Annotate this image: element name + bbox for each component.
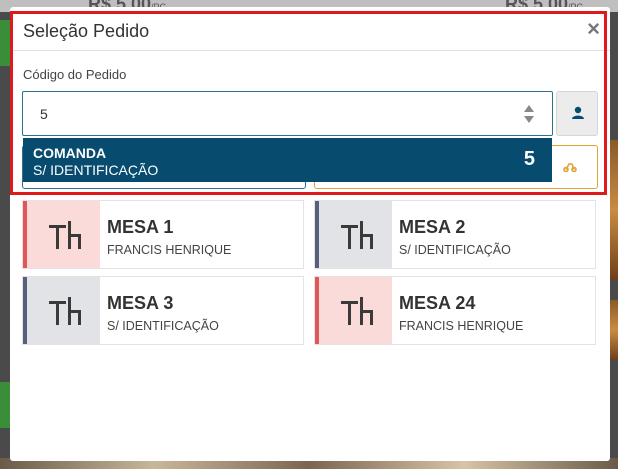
spinner-up-icon[interactable] [524, 105, 534, 112]
order-code-input[interactable] [23, 92, 493, 135]
table-card-mesa-2[interactable]: MESA 2 S/ IDENTIFICAÇÃO [314, 200, 596, 269]
person-icon [572, 106, 584, 119]
table-customer: FRANCIS HENRIQUE [399, 319, 524, 333]
table-icon [49, 297, 81, 325]
spinner-down-icon[interactable] [524, 116, 534, 123]
customer-button[interactable] [556, 91, 598, 136]
table-name: MESA 24 [399, 293, 476, 313]
table-name: MESA 3 [107, 293, 174, 313]
background-cart-button [0, 20, 10, 66]
table-icon-box [27, 201, 100, 268]
table-icon-box [27, 277, 100, 344]
comanda-suggestion[interactable]: COMANDA S/ IDENTIFICAÇÃO 5 [23, 138, 552, 182]
table-icon-box [319, 277, 392, 344]
table-icon [341, 297, 373, 325]
order-code-field[interactable] [22, 91, 553, 136]
table-customer: S/ IDENTIFICAÇÃO [107, 319, 219, 333]
table-card-mesa-24[interactable]: MESA 24 FRANCIS HENRIQUE [314, 276, 596, 345]
table-icon-box [319, 201, 392, 268]
delivery-icon [563, 163, 577, 172]
table-icon [341, 221, 373, 249]
suggestion-number: 5 [523, 148, 535, 170]
modal-header: Seleção Pedido × [10, 7, 610, 51]
table-customer: S/ IDENTIFICAÇÃO [399, 243, 511, 257]
order-selection-modal: Seleção Pedido × Código do Pedido COMAND… [10, 7, 610, 461]
table-customer: FRANCIS HENRIQUE [107, 243, 232, 257]
order-code-label: Código do Pedido [23, 67, 127, 82]
table-name: MESA 1 [107, 217, 174, 237]
table-card-mesa-1[interactable]: MESA 1 FRANCIS HENRIQUE [22, 200, 304, 269]
suggestion-subtitle: S/ IDENTIFICAÇÃO [33, 162, 159, 178]
modal-title: Seleção Pedido [23, 21, 150, 41]
table-card-mesa-3[interactable]: MESA 3 S/ IDENTIFICAÇÃO [22, 276, 304, 345]
background-cart-button [0, 382, 10, 428]
table-name: MESA 2 [399, 217, 466, 237]
suggestion-title: COMANDA [33, 145, 107, 161]
table-icon [49, 221, 81, 249]
close-button[interactable]: × [587, 18, 600, 40]
number-spinner[interactable] [524, 105, 534, 123]
